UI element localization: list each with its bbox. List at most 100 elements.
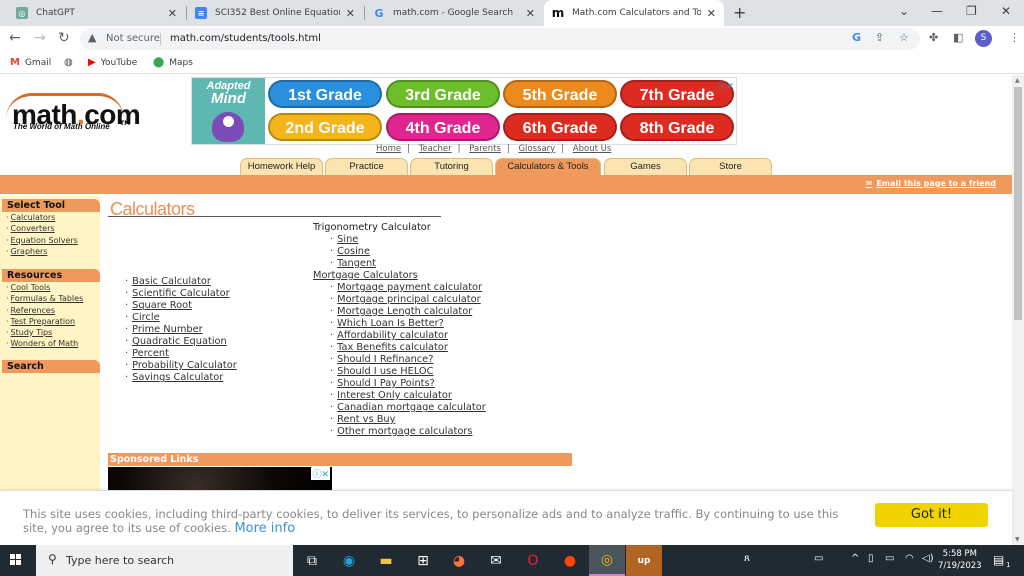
list-item[interactable]: · Circle [125,312,237,324]
show-hidden-icons-chevron[interactable]: ^ [851,553,859,564]
chrome-icon[interactable]: ◎ [589,545,625,576]
tab-search-chevron-icon[interactable]: ⌄ [899,4,909,18]
people-icon[interactable]: ጸ [744,553,750,564]
bookmark-globe[interactable]: ◍ [64,57,78,68]
ad-choices-close-icon[interactable]: ⓘ✕ [717,79,734,92]
notifications-icon[interactable]: ▤ [993,553,1004,567]
taskbar-search-box[interactable]: ⚲ Type here to search [36,545,293,576]
close-tab-icon[interactable]: ✕ [526,7,535,20]
more-info-link[interactable]: More info [234,521,295,536]
close-tab-icon[interactable]: ✕ [168,7,177,20]
mortgage-link[interactable]: Affordability calculator [337,330,448,341]
sidebar-link[interactable]: Converters [11,224,55,233]
share-icon[interactable]: ⇪ [875,31,884,44]
list-item[interactable]: · Other mortgage calculators [313,426,486,438]
mortgage-link[interactable]: Interest Only calculator [337,390,452,401]
bookmark-maps[interactable]: ⬤ Maps [153,57,193,68]
nav-tab-games[interactable]: Games [604,158,687,175]
back-icon[interactable]: ← [9,30,21,46]
profile-avatar[interactable]: S [975,30,992,47]
url-text[interactable]: math.com/students/tools.html [170,33,321,44]
list-item[interactable]: · Square Root [125,300,237,312]
list-item[interactable]: · Probability Calculator [125,360,237,372]
ad-brand-panel[interactable]: Adapted Mind [192,78,265,144]
mortgage-link[interactable]: Should I Pay Points? [337,378,435,389]
mortgage-link[interactable]: Mortgage payment calculator [337,282,482,293]
sidebar-item-references[interactable]: · References [6,306,55,315]
trig-link[interactable]: Sine [337,234,358,245]
list-item[interactable]: · Prime Number [125,324,237,336]
mail-icon[interactable]: ✉ [478,545,514,576]
calculator-link[interactable]: Square Root [132,300,192,311]
side-panel-icon[interactable]: ◧ [953,31,963,44]
sidebar-link[interactable]: Study Tips [11,328,53,337]
list-item[interactable]: · Percent [125,348,237,360]
close-tab-icon[interactable]: ✕ [707,7,716,20]
mortgage-link[interactable]: Rent vs Buy [337,414,395,425]
list-item[interactable]: · Sine [313,234,486,246]
nav-tab-practice[interactable]: Practice [325,158,408,175]
nav-tab-calculators-tools[interactable]: Calculators & Tools [495,158,601,175]
page-scrollbar[interactable]: ▲ ▼ [1012,75,1024,545]
adaptedmind-ad-banner[interactable]: Adapted Mind 1st Grade 2nd Grade 3rd Gra… [191,77,737,145]
nav-tab-homework-help[interactable]: Homework Help [240,158,323,175]
list-item[interactable]: · Should I Refinance? [313,354,486,366]
link-glossary[interactable]: Glossary [518,144,555,154]
sidebar-link[interactable]: References [11,306,55,315]
grade-1-button[interactable]: 1st Grade [268,80,382,108]
bookmark-youtube[interactable]: ▶ YouTube [88,57,137,68]
mortgage-heading-row[interactable]: Mortgage Calculators [313,270,486,282]
system-clock[interactable]: 5:58 PM 7/19/2023 [938,548,982,572]
scrollbar-thumb[interactable] [1014,87,1022,320]
sidebar-item-calculators[interactable]: · Calculators [6,213,55,222]
mortgage-link[interactable]: Which Loan Is Better? [337,318,444,329]
mortgage-link[interactable]: Mortgage principal calculator [337,294,481,305]
upwork-icon[interactable]: up [626,545,662,576]
mortgage-link[interactable]: Tax Benefits calculator [337,342,448,353]
list-item[interactable]: · Rent vs Buy [313,414,486,426]
list-item[interactable]: · Canadian mortgage calculator [313,402,486,414]
list-item[interactable]: · Cosine [313,246,486,258]
grade-8-button[interactable]: 8th Grade [620,113,734,141]
tab-mathcom[interactable]: m Math.com Calculators and Tools ✕ [544,0,724,26]
link-teacher[interactable]: Teacher [419,144,452,154]
volume-icon[interactable]: ◁) [922,553,934,564]
microsoft-store-icon[interactable]: ⊞ [405,545,441,576]
sidebar-item-cool-tools[interactable]: · Cool Tools [6,283,50,292]
tab-chatgpt[interactable]: ◎ ChatGPT ✕ [8,0,185,26]
extensions-icon[interactable]: ✤ [929,31,938,44]
sidebar-link[interactable]: Wonders of Math [11,339,79,348]
email-page-link[interactable]: ✉ Email this page to a friend [866,179,996,188]
mortgage-link[interactable]: Canadian mortgage calculator [337,402,486,413]
calculator-link[interactable]: Percent [132,348,169,359]
list-item[interactable]: · Tax Benefits calculator [313,342,486,354]
grade-5-button[interactable]: 5th Grade [503,80,617,108]
sidebar-link[interactable]: Formulas & Tables [11,294,84,303]
list-item[interactable]: · Affordability calculator [313,330,486,342]
calculator-link[interactable]: Probability Calculator [132,360,237,371]
list-item[interactable]: · Mortgage principal calculator [313,294,486,306]
battery-icon[interactable]: ▭ [885,553,894,564]
bookmark-star-icon[interactable]: ☆ [899,31,909,44]
sidebar-link[interactable]: Test Preparation [11,317,76,326]
sidebar-link[interactable]: Graphers [11,247,48,256]
opera-icon[interactable]: O [515,545,551,576]
sidebar-item-study-tips[interactable]: · Study Tips [6,328,52,337]
list-item[interactable]: · Basic Calculator [125,276,237,288]
tab-google-search[interactable]: G math.com - Google Search ✕ [365,0,543,26]
firefox-icon[interactable]: ◕ [441,545,477,576]
link-about-us[interactable]: About Us [573,144,611,154]
nav-tab-tutoring[interactable]: Tutoring [410,158,493,175]
list-item[interactable]: · Mortgage payment calculator [313,282,486,294]
tab-sci352[interactable]: ≡ SCI352 Best Online Equation Sol ✕ [187,0,363,26]
list-item[interactable]: · Which Loan Is Better? [313,318,486,330]
wifi-icon[interactable]: ◠ [905,553,914,564]
list-item[interactable]: · Should I use HELOC [313,366,486,378]
address-bar[interactable]: ▲ Not secure math.com/students/tools.htm… [80,28,920,50]
list-item[interactable]: · Tangent [313,258,486,270]
sidebar-item-graphers[interactable]: · Graphers [6,247,47,256]
got-it-button[interactable]: Got it! [875,503,988,527]
edge-icon[interactable]: ◉ [331,545,367,576]
mortgage-link[interactable]: Mortgage Length calculator [337,306,472,317]
calculator-link[interactable]: Basic Calculator [132,276,211,287]
